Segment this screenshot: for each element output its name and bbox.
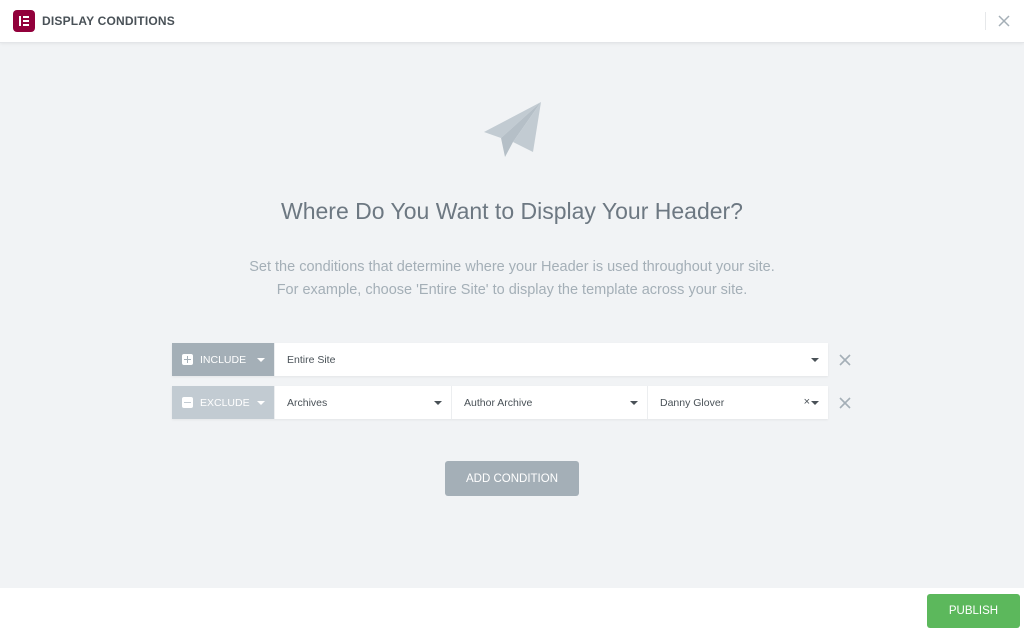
condition-name-select[interactable]: Archives (274, 386, 451, 419)
chevron-down-icon (811, 401, 819, 405)
condition-row-exclude: EXCLUDE Archives Author Archive Danny Gl… (172, 386, 828, 419)
condition-sub-id-select[interactable]: Danny Glover × (647, 386, 828, 419)
chevron-down-icon (630, 401, 638, 405)
close-icon[interactable] (996, 13, 1012, 29)
chevron-down-icon (811, 358, 819, 362)
condition-sub-id-value: Danny Glover (660, 396, 725, 409)
modal-title: DISPLAY CONDITIONS (42, 14, 175, 28)
modal-footer: PUBLISH (0, 588, 1024, 632)
description-line-2: For example, choose 'Entire Site' to dis… (276, 282, 748, 298)
chevron-down-icon (257, 401, 265, 405)
clear-selection-icon[interactable]: × (804, 396, 810, 408)
condition-type-label: INCLUDE (200, 353, 247, 366)
condition-type-select[interactable]: INCLUDE (172, 343, 274, 376)
minus-square-icon (182, 397, 193, 408)
conditions-panel: Where Do You Want to Display Your Header… (0, 43, 1024, 588)
condition-type-label: EXCLUDE (200, 396, 250, 409)
page-title: Where Do You Want to Display Your Header… (281, 198, 743, 224)
publish-button[interactable]: PUBLISH (927, 594, 1020, 628)
condition-name-value: Archives (287, 396, 328, 409)
condition-row-include: INCLUDE Entire Site (172, 343, 828, 376)
plus-square-icon (182, 354, 193, 365)
condition-sub-name-select[interactable]: Author Archive (451, 386, 647, 419)
add-condition-button[interactable]: ADD CONDITION (445, 461, 579, 496)
condition-sub-name-value: Author Archive (464, 396, 533, 409)
chevron-down-icon (257, 358, 265, 362)
description-line-1: Set the conditions that determine where … (249, 259, 775, 275)
remove-condition-button[interactable] (838, 353, 852, 367)
remove-condition-button[interactable] (838, 396, 852, 410)
condition-name-value: Entire Site (287, 353, 336, 366)
condition-name-select[interactable]: Entire Site (274, 343, 828, 376)
condition-type-select[interactable]: EXCLUDE (172, 386, 274, 419)
elementor-logo-icon (13, 10, 35, 32)
paper-plane-icon (484, 102, 541, 157)
header-divider (985, 12, 986, 30)
chevron-down-icon (434, 401, 442, 405)
modal-header: DISPLAY CONDITIONS (0, 0, 1024, 43)
page-description: Set the conditions that determine where … (0, 256, 1024, 302)
